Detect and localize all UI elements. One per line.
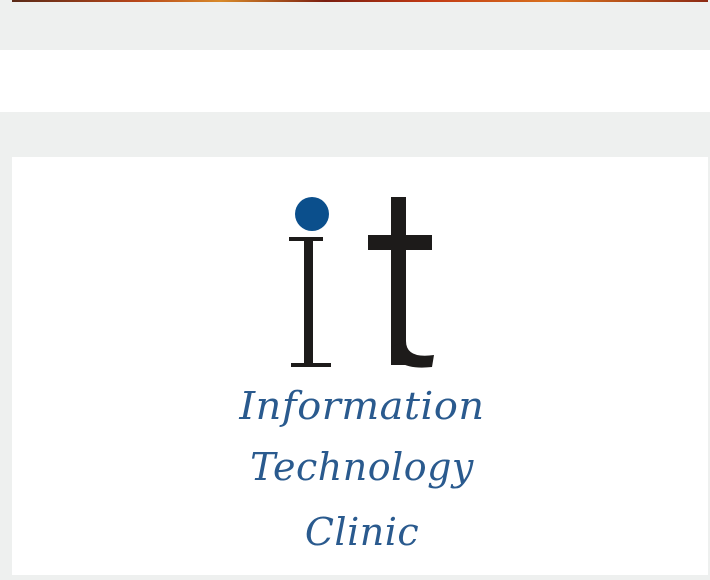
logo-wordmark-line1: Information — [238, 385, 484, 429]
logo-image-card[interactable]: Information Technology Clinic — [12, 157, 708, 575]
section-divider — [0, 50, 710, 112]
logo-wordmark-line3: Clinic — [305, 510, 419, 554]
logo-letter-i — [289, 237, 331, 367]
logo-letter-t — [368, 197, 434, 368]
logo-wordmark-line2: Technology — [250, 445, 474, 489]
logo-dot — [295, 197, 329, 231]
top-banner-area — [0, 0, 710, 50]
banner-image-edge — [12, 0, 708, 2]
it-clinic-logo: Information Technology Clinic — [238, 197, 484, 554]
